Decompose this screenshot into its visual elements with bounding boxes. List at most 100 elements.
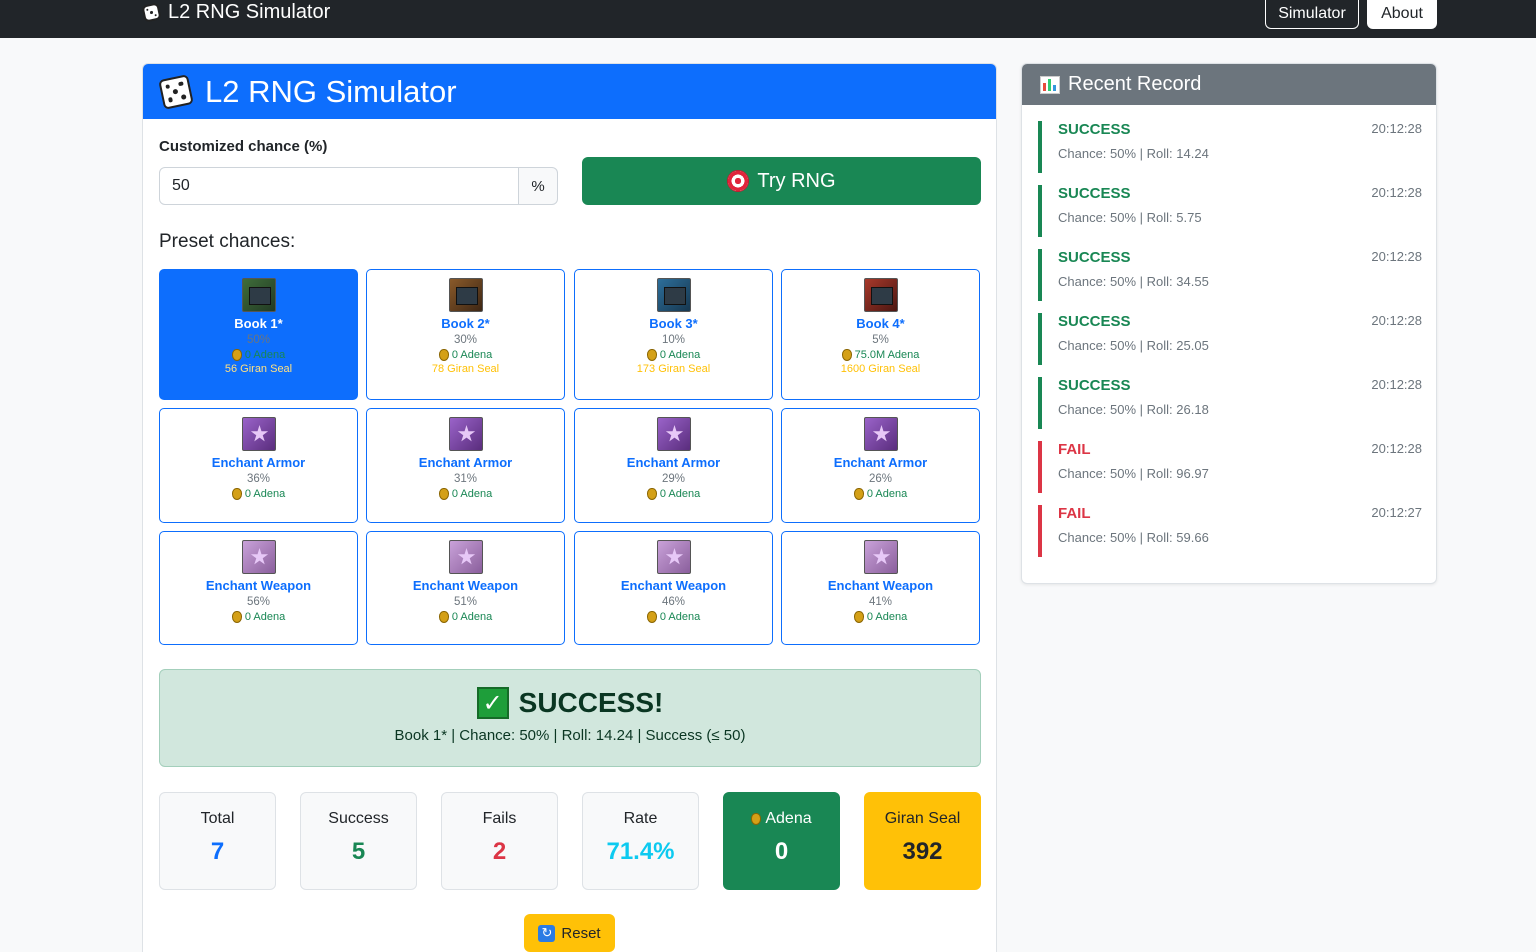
navbar: L2 RNG Simulator Simulator About bbox=[0, 0, 1536, 38]
preset-name: Enchant Armor bbox=[833, 455, 928, 470]
preset-chance: 26% bbox=[868, 473, 893, 485]
preset-card[interactable]: Enchant Weapon 51% 0 Adena bbox=[366, 531, 565, 645]
preset-card[interactable]: Enchant Armor 31% 0 Adena bbox=[366, 408, 565, 523]
nav-simulator-button[interactable]: Simulator bbox=[1265, 0, 1359, 29]
record-item: SUCCESS 20:12:28 Chance: 50% | Roll: 5.7… bbox=[1038, 185, 1422, 237]
money-bag-icon bbox=[853, 611, 864, 623]
navbar-brand[interactable]: L2 RNG Simulator bbox=[141, 0, 331, 24]
money-bag-icon bbox=[751, 813, 762, 825]
book-icon bbox=[241, 278, 276, 312]
preset-name: Book 3* bbox=[649, 316, 698, 331]
adena-label: 0 Adena bbox=[244, 611, 286, 623]
preset-adena: 0 Adena bbox=[367, 611, 564, 623]
preset-card[interactable]: Enchant Armor 36% 0 Adena bbox=[159, 408, 358, 523]
preset-chance: 46% bbox=[661, 596, 686, 608]
preset-adena: 0 Adena bbox=[160, 488, 357, 500]
stat-value: 5 bbox=[351, 838, 366, 865]
stat-label: Fails bbox=[482, 810, 517, 827]
money-bag-icon bbox=[438, 488, 449, 500]
record-status: FAIL bbox=[1058, 441, 1091, 458]
adena-label: 0 Adena bbox=[866, 611, 908, 623]
preset-adena: 0 Adena bbox=[782, 611, 979, 623]
money-bag-icon bbox=[438, 611, 449, 623]
reset-icon: ↻ bbox=[538, 924, 556, 942]
stat-value: 0 bbox=[774, 838, 789, 865]
result-title: SUCCESS! bbox=[518, 687, 664, 718]
result-alert: ✓ SUCCESS! Book 1* | Chance: 50% | Roll:… bbox=[159, 669, 981, 767]
stat-adena: Adena 0 bbox=[723, 792, 840, 890]
enchant-armor-scroll-icon bbox=[448, 417, 483, 451]
dice-icon bbox=[158, 73, 194, 110]
preset-adena: 0 Adena bbox=[575, 488, 772, 500]
stat-value: 2 bbox=[492, 838, 507, 865]
adena-label: 0 Adena bbox=[451, 349, 493, 361]
preset-card[interactable]: Enchant Weapon 46% 0 Adena bbox=[574, 531, 773, 645]
preset-chance: 41% bbox=[868, 596, 893, 608]
preset-card[interactable]: Enchant Weapon 56% 0 Adena bbox=[159, 531, 358, 645]
preset-card[interactable]: Enchant Armor 26% 0 Adena bbox=[781, 408, 980, 523]
simulator-card: L2 RNG Simulator Customized chance (%) %… bbox=[142, 63, 997, 952]
stat-value: 392 bbox=[902, 838, 943, 865]
preset-card[interactable]: Enchant Weapon 41% 0 Adena bbox=[781, 531, 980, 645]
brand-label: L2 RNG Simulator bbox=[168, 0, 331, 23]
record-time: 20:12:28 bbox=[1371, 377, 1422, 392]
money-bag-icon bbox=[231, 488, 242, 500]
preset-name: Enchant Armor bbox=[626, 455, 721, 470]
money-bag-icon bbox=[853, 488, 864, 500]
record-status: FAIL bbox=[1058, 505, 1091, 522]
stat-giran-seal: Giran Seal 392 bbox=[864, 792, 981, 890]
adena-label: 0 Adena bbox=[244, 488, 286, 500]
preset-card[interactable]: Enchant Armor 29% 0 Adena bbox=[574, 408, 773, 523]
adena-label: 0 Adena bbox=[244, 349, 286, 361]
preset-chance: 29% bbox=[661, 473, 686, 485]
simulator-header: L2 RNG Simulator bbox=[143, 64, 996, 119]
record-time: 20:12:27 bbox=[1371, 505, 1422, 520]
nav-about-button[interactable]: About bbox=[1367, 0, 1437, 29]
preset-name: Enchant Weapon bbox=[620, 578, 727, 593]
preset-chance: 50% bbox=[246, 334, 271, 346]
stat-label: Adena bbox=[724, 810, 839, 828]
record-time: 20:12:28 bbox=[1371, 313, 1422, 328]
preset-adena: 0 Adena bbox=[575, 349, 772, 361]
preset-card[interactable]: Book 2* 30% 0 Adena 78 Giran Seal bbox=[366, 269, 565, 400]
money-bag-icon bbox=[841, 349, 852, 361]
chance-input[interactable] bbox=[159, 167, 519, 205]
record-detail: Chance: 50% | Roll: 25.05 bbox=[1058, 338, 1209, 353]
record-time: 20:12:28 bbox=[1371, 249, 1422, 264]
preset-name: Book 4* bbox=[856, 316, 905, 331]
record-header: Recent Record bbox=[1022, 64, 1436, 105]
money-bag-icon bbox=[438, 349, 449, 361]
record-status: SUCCESS bbox=[1058, 121, 1131, 138]
chance-label: Customized chance (%) bbox=[159, 138, 328, 155]
adena-label: 0 Adena bbox=[659, 488, 701, 500]
preset-chance: 5% bbox=[872, 334, 889, 346]
preset-card[interactable]: Book 4* 5% 75.0M Adena 1600 Giran Seal bbox=[781, 269, 980, 400]
stat-success: Success 5 bbox=[300, 792, 417, 890]
record-detail: Chance: 50% | Roll: 14.24 bbox=[1058, 146, 1209, 161]
stat-label: Rate bbox=[623, 810, 658, 827]
preset-name: Book 2* bbox=[441, 316, 490, 331]
preset-card[interactable]: Book 1* 50% 0 Adena 56 Giran Seal bbox=[159, 269, 358, 400]
reset-button[interactable]: ↻ Reset bbox=[524, 914, 615, 952]
stat-total: Total 7 bbox=[159, 792, 276, 890]
try-rng-label: Try RNG bbox=[757, 169, 836, 192]
preset-name: Enchant Armor bbox=[211, 455, 306, 470]
adena-label: 75.0M Adena bbox=[854, 349, 920, 361]
stat-value: 7 bbox=[210, 838, 225, 865]
preset-adena: 0 Adena bbox=[575, 611, 772, 623]
preset-adena: 0 Adena bbox=[782, 488, 979, 500]
reset-label: Reset bbox=[561, 924, 601, 942]
result-heading: ✓ SUCCESS! bbox=[160, 687, 980, 719]
preset-card[interactable]: Book 3* 10% 0 Adena 173 Giran Seal bbox=[574, 269, 773, 400]
try-rng-button[interactable]: Try RNG bbox=[582, 157, 981, 205]
book-icon bbox=[656, 278, 691, 312]
record-time: 20:12:28 bbox=[1371, 185, 1422, 200]
stat-label: Giran Seal bbox=[884, 810, 961, 827]
record-status: SUCCESS bbox=[1058, 185, 1131, 202]
record-item: SUCCESS 20:12:28 Chance: 50% | Roll: 34.… bbox=[1038, 249, 1422, 301]
record-item: SUCCESS 20:12:28 Chance: 50% | Roll: 26.… bbox=[1038, 377, 1422, 429]
record-detail: Chance: 50% | Roll: 5.75 bbox=[1058, 210, 1202, 225]
enchant-weapon-scroll-icon bbox=[656, 540, 691, 574]
preset-chance: 10% bbox=[661, 334, 686, 346]
check-mark-icon: ✓ bbox=[476, 687, 509, 719]
